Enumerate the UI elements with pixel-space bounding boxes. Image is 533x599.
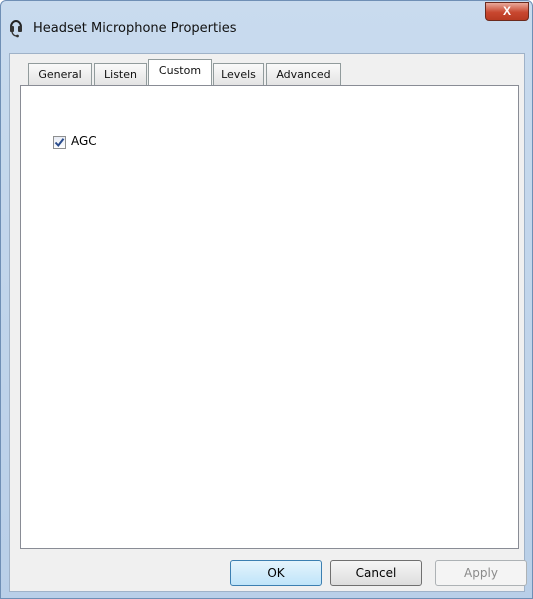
properties-window: Headset Microphone Properties X General …	[0, 0, 533, 599]
apply-label: Apply	[464, 566, 498, 580]
close-icon: X	[502, 4, 511, 18]
tab-label: Listen	[104, 68, 137, 81]
tab-custom[interactable]: Custom	[148, 59, 212, 85]
tab-levels[interactable]: Levels	[213, 63, 264, 85]
tab-label: General	[38, 68, 82, 81]
tab-general[interactable]: General	[28, 63, 92, 85]
tab-listen[interactable]: Listen	[94, 63, 147, 85]
headset-icon	[9, 18, 23, 38]
apply-button[interactable]: Apply	[435, 560, 527, 586]
tab-label: Custom	[158, 64, 202, 77]
cancel-label: Cancel	[355, 566, 397, 580]
ok-button[interactable]: OK	[230, 560, 322, 586]
close-button[interactable]: X	[485, 2, 529, 21]
tab-label: Advanced	[276, 68, 331, 81]
window-title: Headset Microphone Properties	[33, 21, 237, 36]
tab-label: Levels	[221, 68, 256, 81]
agc-label[interactable]: AGC	[71, 134, 97, 148]
check-icon	[54, 138, 65, 148]
agc-checkbox[interactable]	[53, 136, 66, 149]
cancel-button[interactable]: Cancel	[330, 560, 422, 586]
ok-label: OK	[267, 566, 285, 580]
tab-advanced[interactable]: Advanced	[266, 63, 341, 85]
custom-tab-panel: AGC	[20, 85, 519, 549]
title-bar[interactable]: Headset Microphone Properties X	[1, 1, 532, 53]
